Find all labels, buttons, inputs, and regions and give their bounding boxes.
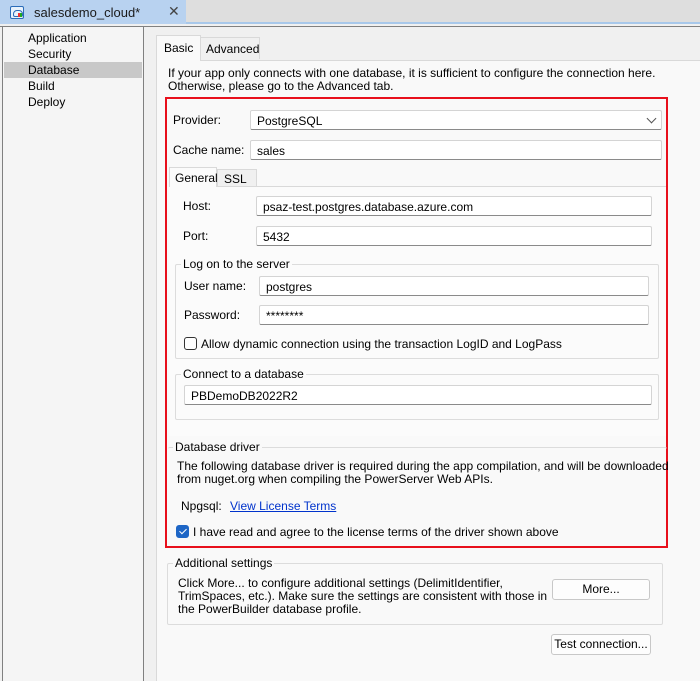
- cloud-project-icon: [10, 5, 24, 19]
- close-icon[interactable]: ✕: [168, 3, 180, 20]
- intro-text: If your app only connects with one datab…: [168, 67, 668, 93]
- dynamic-connection-label[interactable]: Allow dynamic connection using the trans…: [201, 337, 562, 351]
- chevron-down-icon: [646, 113, 657, 124]
- host-input[interactable]: psaz-test.postgres.database.azure.com: [256, 196, 652, 216]
- username-label: User name:: [184, 279, 247, 293]
- tab-advanced[interactable]: Advanced: [200, 37, 260, 59]
- password-label: Password:: [184, 308, 241, 322]
- provider-select[interactable]: PostgreSQL: [250, 110, 662, 130]
- host-label: Host:: [183, 199, 212, 213]
- cache-name-value: sales: [257, 144, 286, 158]
- driver-group-title: Database driver: [173, 440, 262, 454]
- sidebar-item-build[interactable]: Build: [3, 78, 143, 94]
- port-label: Port:: [183, 229, 209, 243]
- username-value: postgres: [266, 280, 313, 294]
- dynamic-connection-checkbox[interactable]: [184, 337, 197, 350]
- logon-group-title: Log on to the server: [181, 257, 292, 271]
- host-value: psaz-test.postgres.database.azure.com: [263, 200, 474, 214]
- database-name-input[interactable]: PBDemoDB2022R2: [184, 385, 652, 405]
- tab-ssl[interactable]: SSL: [217, 169, 257, 187]
- database-name-value: PBDemoDB2022R2: [191, 389, 298, 403]
- agree-license-checkbox[interactable]: [176, 525, 189, 538]
- additional-settings-description: Click More... to configure additional se…: [178, 577, 547, 616]
- sidebar-item-application[interactable]: Application: [3, 30, 143, 46]
- port-input[interactable]: 5432: [256, 226, 652, 246]
- sidebar-item-deploy[interactable]: Deploy: [3, 94, 143, 110]
- port-value: 5432: [263, 230, 290, 244]
- provider-label: Provider:: [173, 113, 222, 127]
- sidebar-item-database[interactable]: Database: [4, 62, 142, 78]
- agree-license-label[interactable]: I have read and agree to the license ter…: [193, 525, 559, 539]
- password-input[interactable]: ********: [259, 305, 649, 325]
- cache-name-label: Cache name:: [173, 143, 245, 157]
- sidebar: Application Security Database Build Depl…: [2, 27, 144, 681]
- document-tab-title: salesdemo_cloud*: [34, 4, 141, 20]
- driver-desc-line-2: from nuget.org when compiling the PowerS…: [177, 472, 493, 486]
- driver-name: Npgsql:: [181, 499, 222, 513]
- view-license-terms-link[interactable]: View License Terms: [230, 499, 336, 513]
- more-button[interactable]: More...: [552, 579, 650, 600]
- tab-basic[interactable]: Basic: [156, 35, 201, 61]
- tab-general[interactable]: General: [169, 167, 218, 187]
- cache-name-input[interactable]: sales: [250, 140, 662, 160]
- intro-line-2: Otherwise, please go to the Advanced tab…: [168, 79, 394, 93]
- password-value: ********: [266, 309, 304, 323]
- additional-line-3: the PowerBuilder database profile.: [178, 602, 362, 616]
- driver-description: The following database driver is require…: [177, 460, 669, 486]
- provider-value: PostgreSQL: [257, 114, 323, 128]
- username-input[interactable]: postgres: [259, 276, 649, 296]
- connect-db-group-title: Connect to a database: [181, 367, 306, 381]
- additional-settings-title: Additional settings: [173, 556, 275, 570]
- test-connection-button[interactable]: Test connection...: [551, 634, 651, 655]
- document-tab[interactable]: salesdemo_cloud* ✕: [0, 0, 186, 24]
- sidebar-item-security[interactable]: Security: [3, 46, 143, 62]
- document-tab-strip: salesdemo_cloud* ✕: [0, 0, 700, 24]
